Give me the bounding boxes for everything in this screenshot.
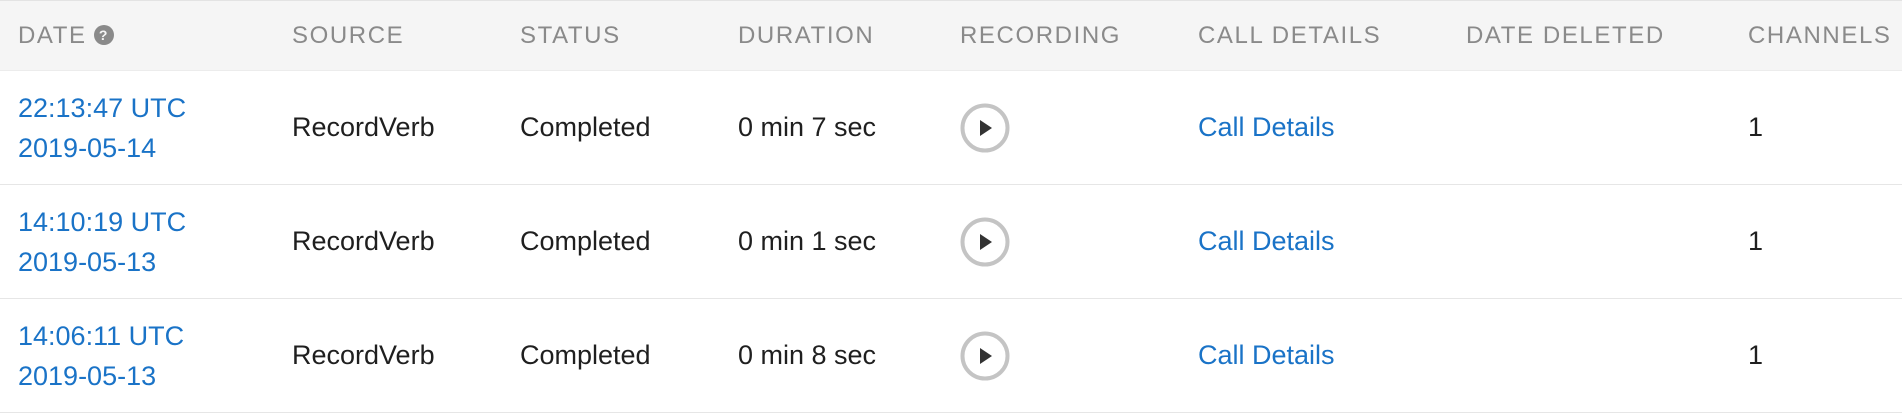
table-row: 14:06:11 UTC 2019-05-13 RecordVerb Compl…	[0, 299, 1902, 413]
play-icon[interactable]	[960, 217, 1010, 267]
column-header-date[interactable]: DATE ?	[18, 1, 115, 71]
column-header-recording: RECORDING	[960, 22, 1122, 49]
table-row: 22:13:47 UTC 2019-05-14 RecordVerb Compl…	[0, 71, 1902, 185]
table-row: 14:10:19 UTC 2019-05-13 RecordVerb Compl…	[0, 185, 1902, 299]
date-cell: 22:13:47 UTC 2019-05-14	[18, 71, 186, 184]
duration-cell: 0 min 7 sec	[738, 112, 877, 142]
recording-date-link[interactable]: 22:13:47 UTC 2019-05-14	[18, 88, 186, 168]
recording-cell	[960, 299, 1010, 412]
recording-date: 2019-05-13	[18, 360, 157, 391]
column-header-status: STATUS	[520, 22, 621, 49]
column-header-channels: CHANNELS	[1748, 22, 1892, 49]
help-icon[interactable]: ?	[93, 24, 115, 46]
column-header-date-label: DATE	[18, 22, 87, 49]
source-cell: RecordVerb	[292, 112, 435, 142]
table-header: DATE ? SOURCE STATUS DURATION RECORDING …	[0, 1, 1902, 71]
column-header-duration: DURATION	[738, 22, 875, 49]
column-header-date-deleted: DATE DELETED	[1466, 22, 1665, 49]
duration-cell: 0 min 1 sec	[738, 226, 877, 256]
recording-time: 14:06:11 UTC	[18, 320, 185, 351]
date-cell: 14:10:19 UTC 2019-05-13	[18, 185, 186, 298]
status-cell: Completed	[520, 340, 651, 370]
recordings-table: DATE ? SOURCE STATUS DURATION RECORDING …	[0, 0, 1902, 414]
recording-date: 2019-05-14	[18, 132, 157, 163]
recording-time: 22:13:47 UTC	[18, 92, 187, 123]
play-icon[interactable]	[960, 331, 1010, 381]
source-cell: RecordVerb	[292, 340, 435, 370]
date-cell: 14:06:11 UTC 2019-05-13	[18, 299, 184, 412]
channels-cell: 1	[1748, 226, 1764, 256]
call-details-cell: Call Details	[1198, 71, 1335, 184]
play-icon[interactable]	[960, 103, 1010, 153]
recording-date-link[interactable]: 14:06:11 UTC 2019-05-13	[18, 316, 184, 396]
recording-cell	[960, 71, 1010, 184]
status-cell: Completed	[520, 226, 651, 256]
call-details-link[interactable]: Call Details	[1198, 112, 1335, 143]
source-cell: RecordVerb	[292, 226, 435, 256]
recording-date-link[interactable]: 14:10:19 UTC 2019-05-13	[18, 202, 186, 282]
recording-date: 2019-05-13	[18, 246, 157, 277]
column-header-source: SOURCE	[292, 22, 405, 49]
status-cell: Completed	[520, 112, 651, 142]
call-details-cell: Call Details	[1198, 185, 1335, 298]
call-details-link[interactable]: Call Details	[1198, 226, 1335, 257]
svg-text:?: ?	[99, 27, 109, 43]
recording-time: 14:10:19 UTC	[18, 206, 187, 237]
column-header-call-details: CALL DETAILS	[1198, 22, 1382, 49]
channels-cell: 1	[1748, 340, 1764, 370]
recording-cell	[960, 185, 1010, 298]
call-details-cell: Call Details	[1198, 299, 1335, 412]
channels-cell: 1	[1748, 112, 1764, 142]
call-details-link[interactable]: Call Details	[1198, 340, 1335, 371]
duration-cell: 0 min 8 sec	[738, 340, 877, 370]
